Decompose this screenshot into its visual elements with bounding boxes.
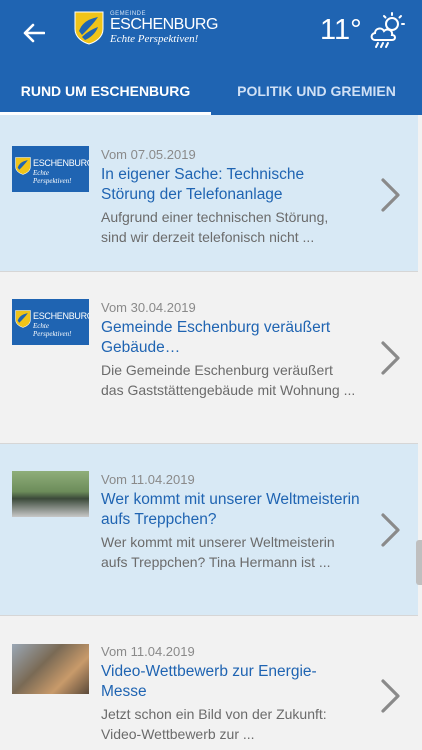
top-row: GEMEINDE ESCHENBURG Echte Perspektiven! … <box>0 0 422 66</box>
crest-icon <box>74 11 104 45</box>
sun-cloud-rain-icon[interactable] <box>368 12 406 50</box>
thumbnail-logo-tagline: Echte Perspektiven! <box>33 169 72 185</box>
tab-bar: RUND UM ESCHENBURG POLITIK UND GREMIEN <box>0 66 422 115</box>
list-item[interactable]: ESCHENBURG Echte Perspektiven! Vom 30.04… <box>0 272 418 444</box>
municipality-logo[interactable]: GEMEINDE ESCHENBURG Echte Perspektiven! <box>74 9 218 49</box>
tab-rund-um-eschenburg[interactable]: RUND UM ESCHENBURG <box>0 66 211 115</box>
news-title[interactable]: In eigener Sache: Technische Störung der… <box>101 165 361 205</box>
arrow-left-icon <box>23 23 45 43</box>
news-description: Die Gemeinde Eschenburg veräußert das Ga… <box>101 362 356 398</box>
news-thumbnail-photo <box>12 471 89 517</box>
chevron-right-icon[interactable] <box>378 338 404 378</box>
news-title[interactable]: Gemeinde Eschenburg veräußert Gebäude… <box>101 318 361 358</box>
list-item[interactable]: Vom 11.04.2019 Wer kommt mit unserer Wel… <box>0 444 418 616</box>
back-button[interactable] <box>18 18 50 48</box>
news-title[interactable]: Video-Wettbewerb zur Energie-Messe <box>101 662 361 702</box>
thumbnail-logo-tagline: Echte Perspektiven! <box>33 322 72 338</box>
news-list[interactable]: ESCHENBURG Echte Perspektiven! Vom 07.05… <box>0 115 422 750</box>
news-description: Aufgrund einer technischen Störung, sind… <box>101 209 329 245</box>
thumbnail-logo-name: ESCHENBURG <box>33 158 89 168</box>
chevron-right-icon[interactable] <box>378 510 404 550</box>
app-bar: GEMEINDE ESCHENBURG Echte Perspektiven! … <box>0 0 422 115</box>
chevron-right-icon[interactable] <box>378 676 404 716</box>
edge-handle[interactable] <box>416 540 422 585</box>
news-date: Vom 30.04.2019 <box>101 300 196 315</box>
news-description: Jetzt schon ein Bild von der Zukunft: Vi… <box>101 706 327 742</box>
news-thumbnail: ESCHENBURG Echte Perspektiven! <box>12 146 89 192</box>
logo-name: ESCHENBURG <box>110 16 218 33</box>
crest-icon <box>15 157 31 175</box>
news-date: Vom 07.05.2019 <box>101 147 196 162</box>
news-title[interactable]: Wer kommt mit unserer Weltmeisterin aufs… <box>101 490 361 530</box>
news-date: Vom 11.04.2019 <box>101 472 195 487</box>
temperature[interactable]: 11° <box>320 14 362 47</box>
logo-tagline: Echte Perspektiven! <box>110 33 199 45</box>
crest-icon <box>15 310 31 328</box>
news-description: Wer kommt mit unserer Weltmeisterin aufs… <box>101 534 335 570</box>
chevron-right-icon[interactable] <box>378 175 404 215</box>
tab-politik-und-gremien[interactable]: POLITIK UND GREMIEN <box>211 66 422 115</box>
thumbnail-logo-name: ESCHENBURG <box>33 311 89 321</box>
news-thumbnail: ESCHENBURG Echte Perspektiven! <box>12 299 89 345</box>
list-item[interactable]: ESCHENBURG Echte Perspektiven! Vom 07.05… <box>0 115 418 272</box>
news-thumbnail-photo <box>12 644 89 694</box>
news-date: Vom 11.04.2019 <box>101 644 195 659</box>
list-item[interactable]: Vom 11.04.2019 Video-Wettbewerb zur Ener… <box>0 616 418 750</box>
